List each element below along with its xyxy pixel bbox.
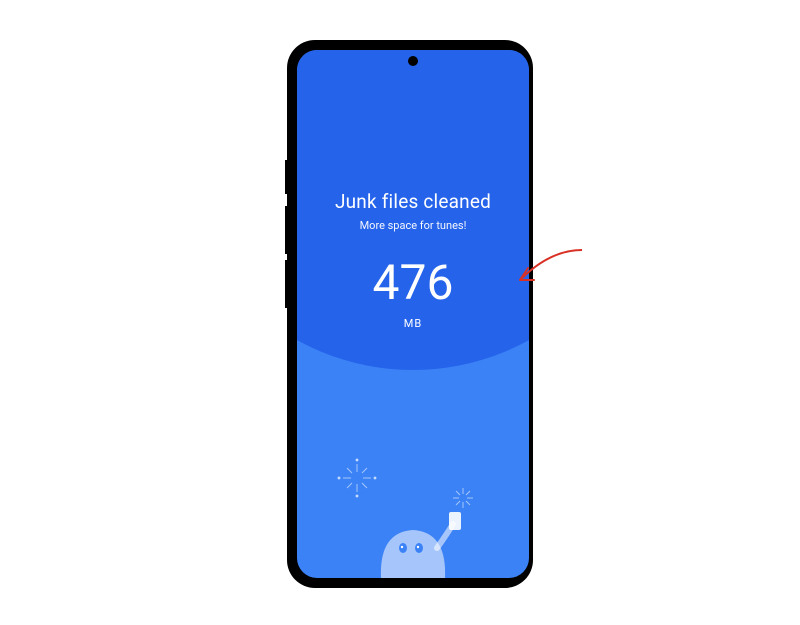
result-content: Junk files cleaned More space for tunes!… <box>297 50 529 330</box>
celebration-svg <box>297 438 529 578</box>
firework-icon <box>453 488 473 508</box>
phone-frame: Junk files cleaned More space for tunes!… <box>287 40 533 588</box>
firework-icon <box>338 459 376 497</box>
volume-up-button <box>285 206 287 254</box>
mascot-icon <box>381 512 461 578</box>
cleaned-title: Junk files cleaned <box>297 190 529 213</box>
celebration-illustration <box>297 438 529 578</box>
volume-down-button <box>285 260 287 308</box>
phone-screen: Junk files cleaned More space for tunes!… <box>297 50 529 578</box>
camera-notch <box>408 56 418 66</box>
annotation-arrow-icon <box>500 240 590 300</box>
side-button <box>285 160 287 194</box>
cleaned-amount: 476 <box>297 254 529 311</box>
cleaned-unit: MB <box>297 317 529 330</box>
cleaned-subtitle: More space for tunes! <box>297 219 529 232</box>
